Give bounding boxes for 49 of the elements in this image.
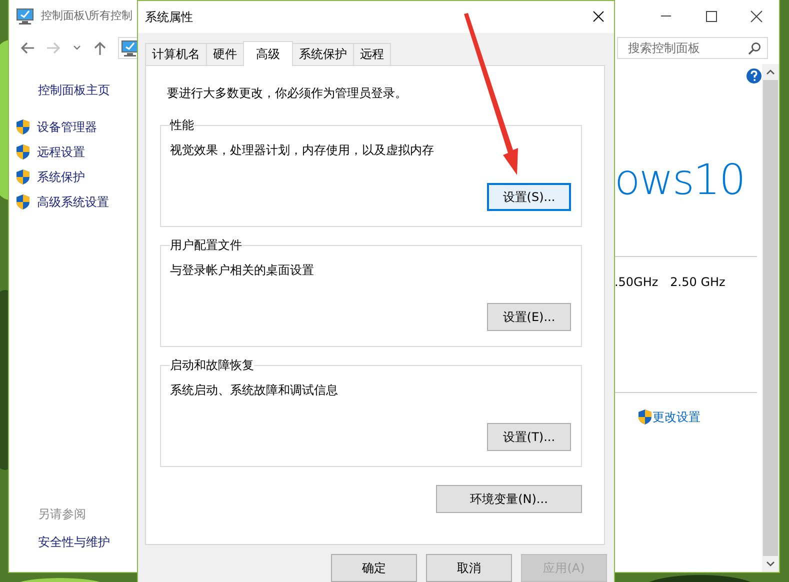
scrollbar[interactable] <box>762 64 780 572</box>
shield-icon <box>16 118 30 134</box>
scroll-down-icon <box>766 561 776 567</box>
settings-button[interactable]: 设置(S)... <box>487 182 571 211</box>
close-icon <box>750 10 763 22</box>
group-description: 与登录帐户相关的桌面设置 <box>170 262 315 277</box>
group-label: 性能 <box>170 118 194 132</box>
sidebar-item[interactable]: 设备管理器 <box>16 114 138 139</box>
settings-button[interactable]: 设置(E)... <box>487 302 571 331</box>
processor-speed: 2.50 GHz <box>670 274 726 291</box>
shield-icon <box>16 144 30 160</box>
back-button[interactable] <box>20 40 35 56</box>
see-also-link[interactable]: 安全性与维护 <box>38 533 138 551</box>
sidebar-item[interactable]: 系统保护 <box>16 164 138 189</box>
maximize-icon <box>705 10 718 22</box>
tab[interactable]: 远程 <box>353 42 391 65</box>
group-label: 用户配置文件 <box>170 238 242 252</box>
up-button[interactable] <box>93 40 107 56</box>
processor-speed: .50GHz <box>614 274 658 291</box>
shield-icon <box>16 194 30 210</box>
section-heading: 另请参阅 <box>38 506 87 523</box>
dialog-button[interactable]: 取消 <box>426 554 512 582</box>
group-description: 视觉效果，处理器计划，内存使用，以及虚拟内存 <box>170 142 435 157</box>
window-title: 控制面板\所有控制 <box>41 8 133 24</box>
search-placeholder: 搜索控制面板 <box>628 40 701 57</box>
search-field[interactable]: 搜索控制面板 <box>617 37 768 59</box>
shield-icon <box>638 409 652 425</box>
scroll-thumb[interactable] <box>763 80 778 556</box>
home-link[interactable]: 控制面板主页 <box>38 81 138 99</box>
close-icon <box>592 11 604 22</box>
monitor-icon <box>121 40 139 56</box>
help-icon[interactable] <box>746 68 762 84</box>
admin-note: 要进行大多数更改，你必须作为管理员登录。 <box>167 86 408 100</box>
sidebar-item[interactable]: 高级系统设置 <box>16 189 138 214</box>
settings-button[interactable]: 设置(T)... <box>487 422 571 451</box>
shield-icon <box>16 168 30 184</box>
monitor-icon <box>16 8 34 24</box>
scroll-up-icon <box>766 69 776 75</box>
sidebar-item[interactable]: 远程设置 <box>16 139 138 164</box>
change-settings-link[interactable]: 更改设置 <box>652 408 700 426</box>
edition-logo-text: ows10 <box>614 160 746 200</box>
dialog-button[interactable]: 确定 <box>331 554 417 582</box>
dialog-title: 系统属性 <box>145 8 193 26</box>
tab[interactable]: 计算机名 <box>145 42 207 65</box>
environment-variables-button[interactable]: 环境变量(N)... <box>436 484 582 513</box>
group-description: 系统启动、系统故障和调试信息 <box>170 382 339 397</box>
tab[interactable]: 高级 <box>243 40 293 66</box>
group-label: 启动和故障恢复 <box>170 358 254 372</box>
search-icon <box>748 42 761 54</box>
